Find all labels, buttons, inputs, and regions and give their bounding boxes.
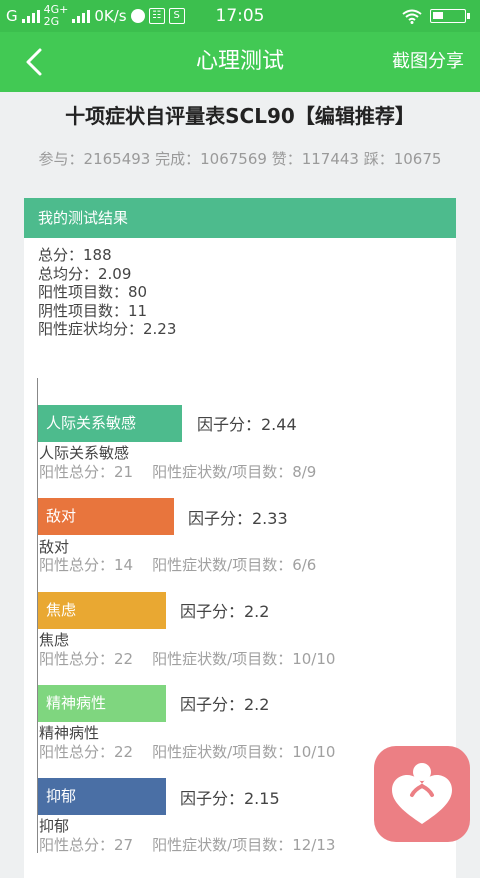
nav-bar: 心理测试 截图分享	[0, 32, 480, 92]
factor-score: 因子分：2.44	[197, 415, 297, 434]
factor-detail: 阳性总分：27 阳性症状数/项目数：12/13	[39, 836, 336, 854]
wifi-icon	[402, 9, 422, 24]
factor-name: 抑郁	[39, 817, 70, 835]
factor-bar-label: 焦虑	[46, 601, 77, 619]
test-title: 十项症状自评量表SCL90【编辑推荐】	[65, 104, 415, 128]
battery-tip	[467, 13, 470, 19]
factor-score: 因子分：2.33	[188, 509, 288, 528]
factor-score: 因子分：2.15	[180, 789, 280, 808]
factor-bar-label: 精神病性	[46, 694, 107, 712]
factor-detail: 阳性总分：22 阳性症状数/项目数：10/10	[39, 743, 336, 761]
factor-bar-label: 抑郁	[46, 787, 77, 805]
factor-bar: 焦虑	[38, 592, 166, 629]
factor-bar: 人际关系敏感	[38, 405, 182, 442]
factor-bar-label: 敌对	[46, 507, 77, 525]
positive-symptom-average: 阳性症状均分：2.23	[38, 320, 177, 338]
factor-detail: 阳性总分：21 阳性症状数/项目数：8/9	[39, 463, 317, 481]
battery-icon	[430, 9, 466, 23]
heart-person-icon	[392, 763, 452, 824]
factor-name: 焦虑	[39, 631, 70, 649]
result-card-header: 我的测试结果	[24, 198, 456, 238]
factor-bar: 敌对	[38, 498, 174, 535]
test-stats: 参与：2165493 完成：1067569 赞：117443 踩：10675	[38, 150, 442, 168]
status-right	[402, 0, 470, 32]
status-bar: G 4G+ 2G 0K/s ☷ S 17:05	[0, 0, 480, 32]
negative-items-count: 阴性项目数：11	[38, 301, 148, 320]
factor-name: 精神病性	[39, 724, 100, 742]
factor-bar-label: 人际关系敏感	[46, 414, 137, 432]
factor-name: 人际关系敏感	[39, 444, 130, 462]
factor-score: 因子分：2.2	[180, 695, 270, 714]
factor-bar: 精神病性	[38, 685, 166, 722]
result-summary: 总分：188 总均分：2.09 阳性项目数：80 阴性项目数：11 阳性症状均分…	[38, 246, 176, 339]
factor-score: 因子分：2.2	[180, 602, 270, 621]
positive-items-count: 阳性项目数：80	[38, 283, 148, 301]
average-score: 总均分：2.09	[38, 264, 132, 283]
total-score: 总分：188	[38, 246, 112, 264]
factor-detail: 阳性总分：22 阳性症状数/项目数：10/10	[39, 650, 336, 668]
factor-detail: 阳性总分：14 阳性症状数/项目数：6/6	[39, 556, 317, 574]
screenshot-share-button[interactable]: 截图分享	[392, 32, 464, 92]
floating-heart-button[interactable]	[374, 746, 470, 842]
factor-bar: 抑郁	[38, 778, 166, 815]
